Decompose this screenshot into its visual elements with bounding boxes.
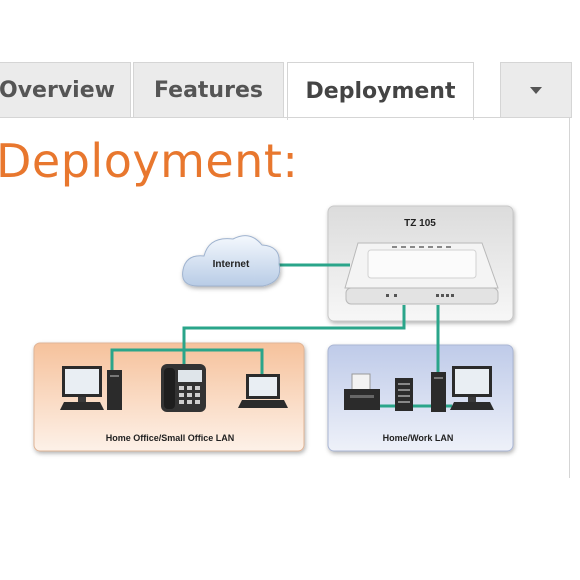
cloud-label: Internet [213,259,250,270]
network-switch-icon [395,378,413,411]
device-label: TZ 105 [404,218,436,229]
desktop-computer-icon [60,366,122,410]
firewall-appliance-icon [344,242,499,305]
tab-overview[interactable]: Overview [0,62,131,118]
ip-phone-icon [161,364,206,412]
tab-features[interactable]: Features [133,62,284,118]
more-tabs-dropdown[interactable] [500,62,572,118]
tab-bar: Overview Features Deployment [0,62,580,120]
lan-left-label: Home Office/Small Office LAN [106,433,235,443]
tab-deployment-label: Deployment [305,79,456,104]
desktop-computer-icon [431,366,494,412]
chevron-down-icon [530,86,542,94]
lan-right-label: Home/Work LAN [383,433,454,443]
deployment-diagram: Internet TZ 105 Home Office/Small Office… [33,205,514,452]
section-heading: Deployment: [0,134,299,188]
tab-features-label: Features [154,77,263,103]
tab-overview-label: Overview [0,77,115,103]
tab-divider [0,117,570,118]
tab-deployment[interactable]: Deployment [287,62,474,120]
